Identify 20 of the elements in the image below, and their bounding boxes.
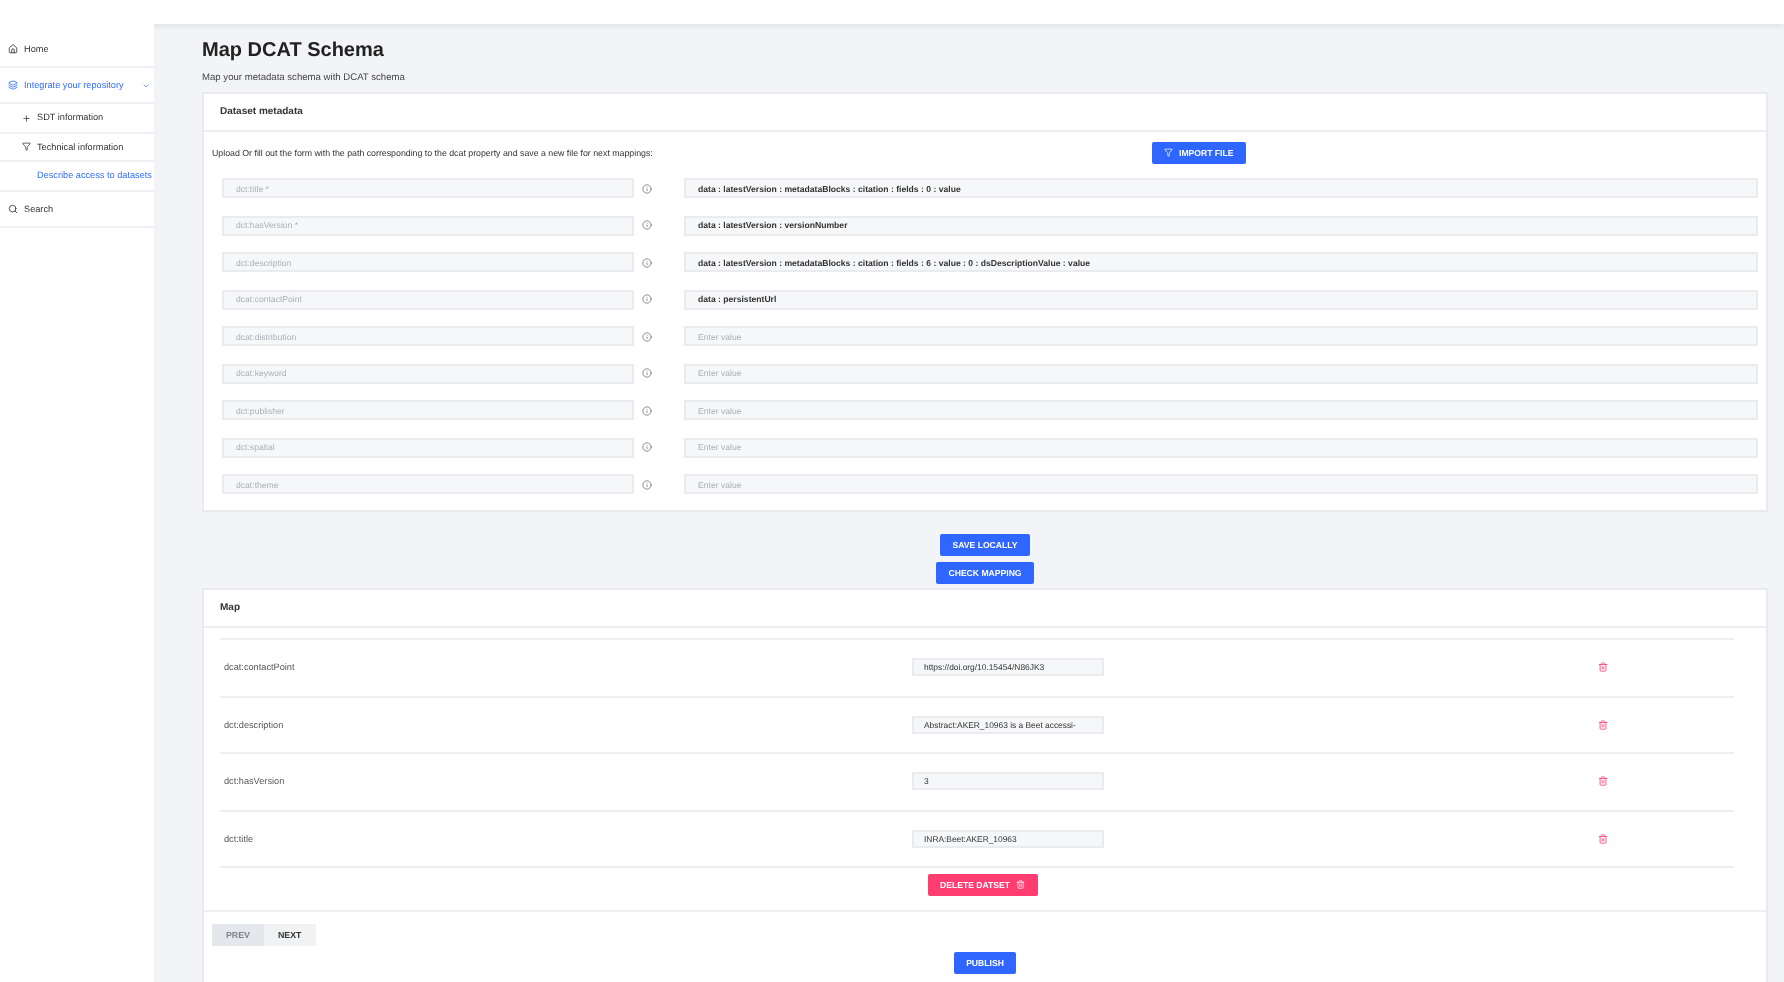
filter-icon <box>1164 148 1173 158</box>
info-icon[interactable] <box>642 368 652 378</box>
trash-icon[interactable] <box>1598 662 1608 673</box>
nav-icon <box>8 80 18 90</box>
trash-icon[interactable] <box>1598 719 1608 730</box>
trash-icon[interactable] <box>1598 776 1608 787</box>
nav-icon <box>8 203 18 213</box>
page-title: Map DCAT Schema <box>202 40 386 62</box>
info-icon[interactable] <box>642 183 652 193</box>
info-icon[interactable] <box>642 220 652 230</box>
nav-icon <box>8 44 18 54</box>
trash-icon[interactable] <box>1598 833 1608 844</box>
info-icon[interactable] <box>642 294 652 304</box>
info-icon[interactable] <box>642 257 652 267</box>
info-icon[interactable] <box>642 331 652 341</box>
info-icon[interactable] <box>642 442 652 452</box>
info-icon[interactable] <box>642 405 652 415</box>
nav-icon <box>22 142 31 151</box>
info-icon[interactable] <box>642 479 652 489</box>
trash-icon <box>1016 880 1026 890</box>
